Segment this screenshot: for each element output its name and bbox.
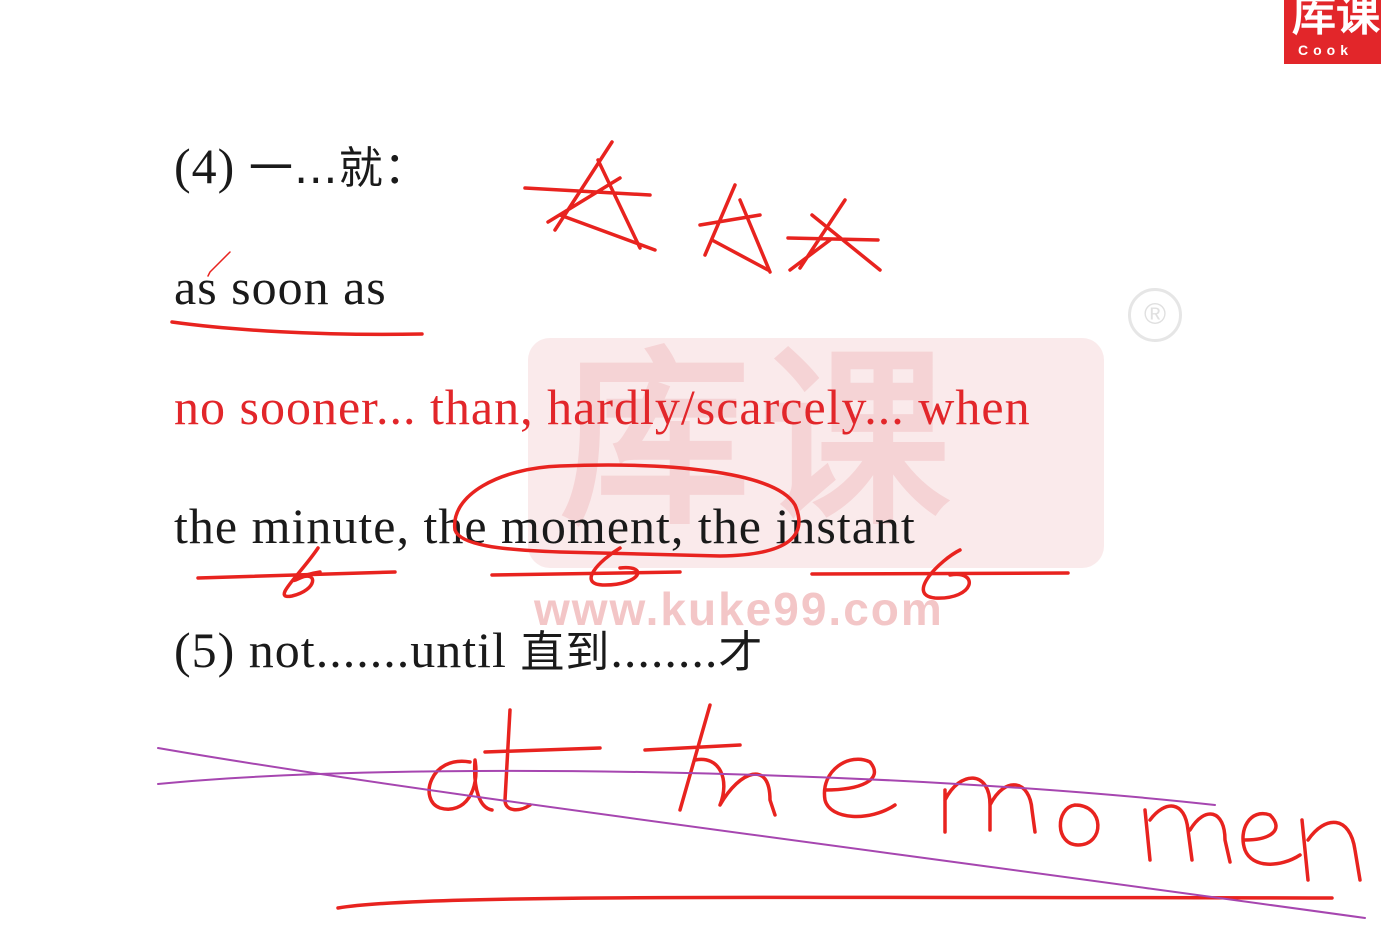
pen-cursor-icon [207,251,231,277]
handwritten-t1 [483,708,602,812]
handwritten-e2 [1241,811,1302,866]
underline-as-soon-as [170,320,424,337]
scribble-mark-1 [523,140,657,252]
underline-the-instant [810,571,1070,576]
scribble-mark-2 [698,183,772,274]
underline-the-moment [490,570,682,577]
handwritten-annotations [157,140,1366,919]
scribble-mark-3 [786,198,882,272]
handwritten-e [822,757,897,819]
underline-at-the-moment [336,895,1334,910]
handwritten-o [1058,803,1100,847]
handwritten-m2 [1143,804,1232,864]
circle-the-moment [453,463,801,558]
loop-minute [282,546,322,599]
handwritten-h [693,757,777,817]
handwritten-a [427,758,494,812]
handwritten-n [1300,818,1362,882]
